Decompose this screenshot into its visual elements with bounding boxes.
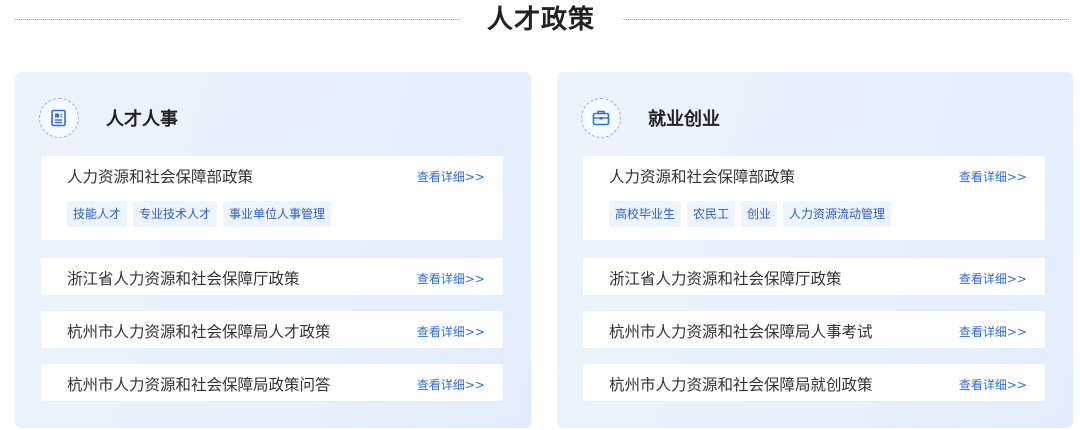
tag[interactable]: 高校毕业生	[609, 201, 682, 227]
policy-name[interactable]: 浙江省人力资源和社会保障厅政策	[67, 267, 300, 289]
view-details-link[interactable]: 查看详细>>	[959, 323, 1027, 340]
panel-talent-personnel: 人才人事 人力资源和社会保障部政策 查看详细>> 技能人才 专业技术人才 事业单…	[15, 72, 531, 428]
policy-name[interactable]: 浙江省人力资源和社会保障厅政策	[609, 267, 842, 289]
panel-title: 就业创业	[648, 109, 720, 130]
header-divider-right	[622, 19, 1069, 20]
policy-card[interactable]: 杭州市人力资源和社会保障局人才政策 查看详细>>	[41, 311, 503, 348]
panel-employment-entrepreneurship: 就业创业 人力资源和社会保障部政策 查看详细>> 高校毕业生 农民工 创业 人力…	[557, 72, 1073, 428]
policy-card[interactable]: 浙江省人力资源和社会保障厅政策 查看详细>>	[583, 258, 1045, 295]
policy-card[interactable]: 浙江省人力资源和社会保障厅政策 查看详细>>	[41, 258, 503, 295]
tag[interactable]: 创业	[741, 201, 778, 227]
tag[interactable]: 技能人才	[67, 201, 128, 227]
panel-header: 就业创业	[581, 96, 720, 140]
view-details-link[interactable]: 查看详细>>	[417, 168, 485, 185]
policy-card[interactable]: 杭州市人力资源和社会保障局就创政策 查看详细>>	[583, 364, 1045, 401]
view-details-link[interactable]: 查看详细>>	[959, 270, 1027, 287]
view-details-link[interactable]: 查看详细>>	[959, 168, 1027, 185]
policy-card[interactable]: 杭州市人力资源和社会保障局人事考试 查看详细>>	[583, 311, 1045, 348]
tag[interactable]: 专业技术人才	[133, 201, 218, 227]
view-details-link[interactable]: 查看详细>>	[417, 270, 485, 287]
view-details-link[interactable]: 查看详细>>	[417, 323, 485, 340]
policy-name[interactable]: 杭州市人力资源和社会保障局就创政策	[609, 373, 873, 395]
policy-name[interactable]: 杭州市人力资源和社会保障局人事考试	[609, 320, 873, 342]
policy-card: 人力资源和社会保障部政策 查看详细>> 技能人才 专业技术人才 事业单位人事管理	[41, 156, 503, 240]
policy-card[interactable]: 杭州市人力资源和社会保障局政策问答 查看详细>>	[41, 364, 503, 401]
section-title: 人才政策	[486, 5, 595, 35]
tag-list: 高校毕业生 农民工 创业 人力资源流动管理	[609, 201, 892, 227]
view-details-link[interactable]: 查看详细>>	[417, 376, 485, 393]
tag-list: 技能人才 专业技术人才 事业单位人事管理	[67, 201, 332, 227]
policy-card: 人力资源和社会保障部政策 查看详细>> 高校毕业生 农民工 创业 人力资源流动管…	[583, 156, 1045, 240]
tag[interactable]: 人力资源流动管理	[783, 201, 892, 227]
panel-title: 人才人事	[106, 109, 178, 130]
policy-name[interactable]: 人力资源和社会保障部政策	[67, 165, 253, 187]
section-header: 人才政策	[0, 0, 1080, 44]
policy-name[interactable]: 人力资源和社会保障部政策	[609, 165, 795, 187]
header-divider-left	[15, 19, 460, 20]
tag[interactable]: 事业单位人事管理	[223, 201, 332, 227]
policy-name[interactable]: 杭州市人力资源和社会保障局政策问答	[67, 373, 331, 395]
panel-header: 人才人事	[39, 96, 178, 140]
briefcase-icon	[581, 98, 621, 138]
document-icon	[39, 98, 79, 138]
tag[interactable]: 农民工	[687, 201, 736, 227]
view-details-link[interactable]: 查看详细>>	[959, 376, 1027, 393]
policy-name[interactable]: 杭州市人力资源和社会保障局人才政策	[67, 320, 331, 342]
